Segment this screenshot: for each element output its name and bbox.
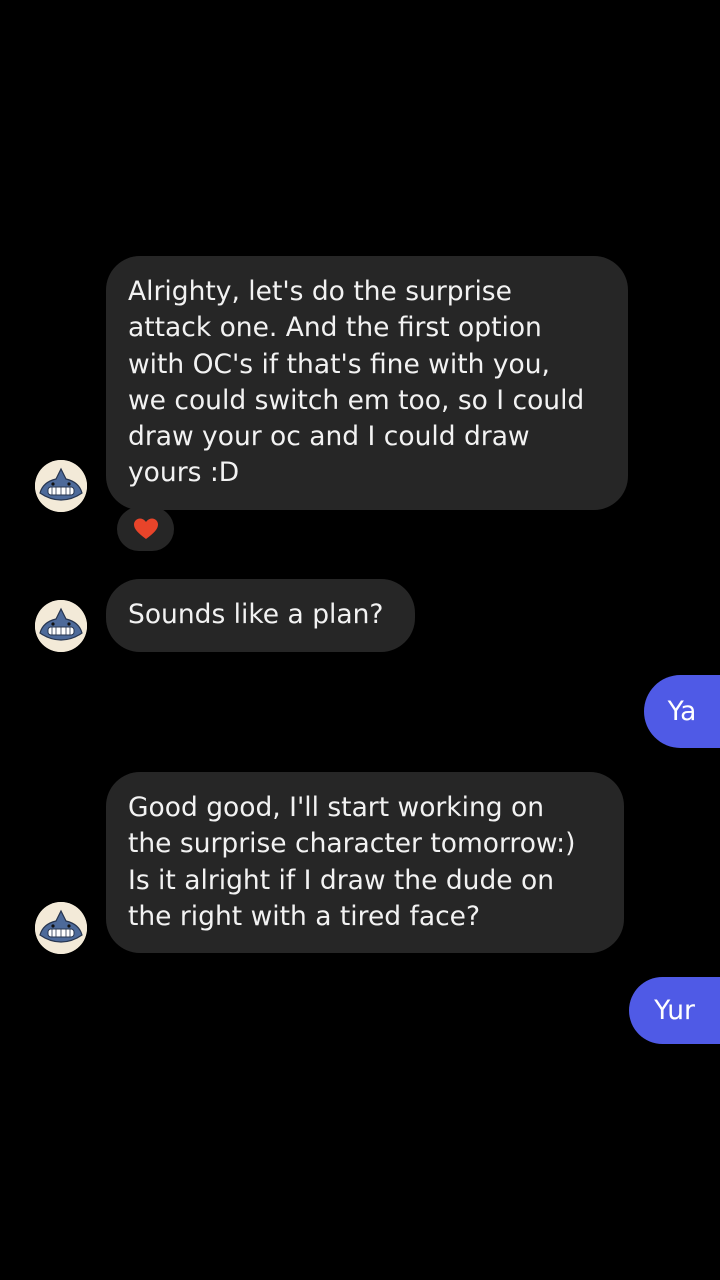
incoming-message[interactable]: Good good, I'll start working on the sur… (106, 772, 624, 953)
message-reaction[interactable] (117, 507, 174, 551)
incoming-message[interactable]: Alrighty, let's do the surprise attack o… (106, 256, 628, 510)
outgoing-message[interactable]: Ya (644, 675, 720, 748)
outgoing-message[interactable]: Yur (629, 977, 720, 1044)
heart-icon (133, 518, 158, 539)
avatar[interactable] (35, 902, 87, 954)
shark-avatar-icon (35, 902, 87, 954)
incoming-message[interactable]: Sounds like a plan? (106, 579, 415, 652)
avatar[interactable] (35, 600, 87, 652)
shark-avatar-icon (35, 460, 87, 512)
avatar[interactable] (35, 460, 87, 512)
shark-avatar-icon (35, 600, 87, 652)
